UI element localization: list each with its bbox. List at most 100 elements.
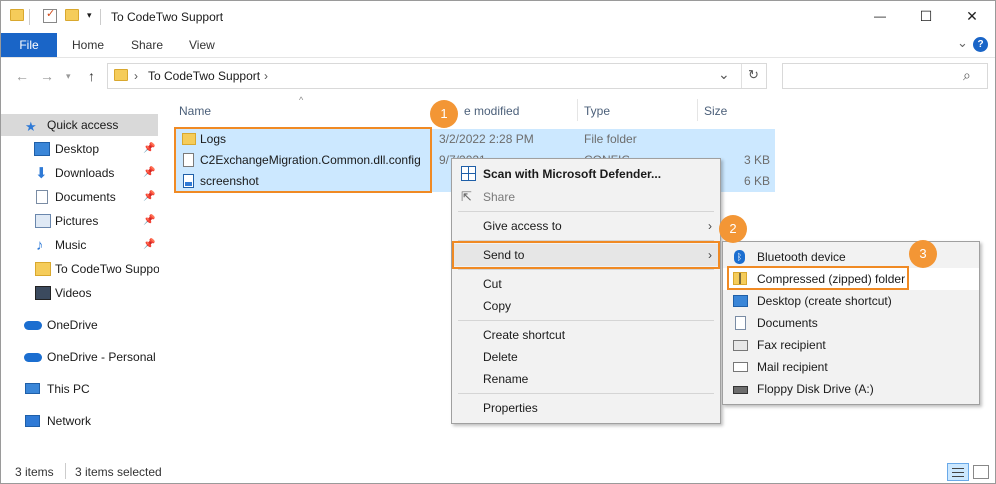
pin-icon[interactable]: 📌 [143, 138, 155, 160]
address-dropdown-icon[interactable]: ⌄ [718, 66, 730, 83]
ribbon: File Home Share View ⌄ ? [1, 33, 995, 57]
divider [29, 9, 30, 25]
sidebar-item-quick-access[interactable]: ★ Quick access [1, 114, 158, 136]
sidebar-item-pictures[interactable]: Pictures 📌 [1, 210, 158, 232]
menu-item-fax-recipient[interactable]: Fax recipient [723, 334, 979, 356]
divider [697, 99, 698, 121]
file-type: File folder [584, 132, 637, 146]
search-input[interactable]: ⌕ [782, 63, 988, 89]
music-note-icon: ♪ [36, 237, 44, 254]
sidebar-item-to-codetwo-support[interactable]: To CodeTwo Suppor [1, 258, 159, 280]
fax-icon [733, 340, 748, 351]
desktop-icon [34, 142, 50, 156]
sidebar-item-label: OneDrive [47, 318, 98, 332]
folder-icon [114, 69, 128, 81]
pin-icon[interactable]: 📌 [143, 210, 155, 232]
menu-item-desktop-shortcut[interactable]: Desktop (create shortcut) [723, 290, 979, 312]
menu-item-label: Copy [483, 299, 512, 313]
large-icons-view-icon[interactable] [973, 465, 989, 479]
menu-item-label: Create shortcut [483, 328, 566, 342]
breadcrumb-chevron[interactable]: › [264, 69, 268, 83]
menu-item-scan-defender[interactable]: Scan with Microsoft Defender... [452, 163, 720, 185]
menu-separator [458, 269, 714, 270]
properties-check-icon[interactable]: ✓ [43, 8, 57, 23]
cloud-icon [24, 321, 42, 330]
expand-ribbon-icon[interactable]: ⌄ [957, 35, 968, 51]
sidebar-item-onedrive-personal[interactable]: OneDrive - Personal [1, 346, 158, 368]
column-header-name[interactable]: Name [179, 104, 211, 118]
menu-item-label: Bluetooth device [757, 250, 846, 264]
column-header-date-modified[interactable]: e modified [464, 104, 519, 118]
tab-home[interactable]: Home [72, 38, 104, 52]
refresh-icon[interactable]: ↻ [748, 67, 759, 83]
sidebar-item-label: Quick access [47, 118, 119, 132]
menu-item-mail-recipient[interactable]: Mail recipient [723, 356, 979, 378]
maximize-button[interactable]: ☐ [903, 1, 949, 33]
explorer-window: ✓ ▾ To CodeTwo Support — ☐ ✕ File Home S… [0, 0, 996, 484]
sidebar-item-label: Desktop [55, 142, 100, 156]
network-icon [25, 415, 40, 427]
column-header-size[interactable]: Size [704, 104, 727, 118]
sidebar-item-videos[interactable]: Videos [1, 282, 158, 304]
menu-item-delete[interactable]: Delete [452, 346, 720, 368]
menu-item-floppy-drive[interactable]: Floppy Disk Drive (A:) [723, 378, 979, 400]
menu-item-documents[interactable]: Documents [723, 312, 979, 334]
tab-share[interactable]: Share [131, 38, 163, 52]
floppy-drive-icon [733, 386, 748, 394]
film-icon [35, 286, 51, 300]
pictures-icon [35, 214, 51, 228]
defender-shield-icon [461, 166, 476, 181]
close-button[interactable]: ✕ [949, 1, 995, 33]
menu-item-label: Scan with Microsoft Defender... [483, 167, 662, 181]
step-badge-3: 3 [909, 240, 937, 268]
sidebar-item-documents[interactable]: Documents 📌 [1, 186, 158, 208]
recent-locations-icon[interactable]: ▾ [66, 71, 71, 82]
send-to-highlight-frame [452, 241, 720, 269]
menu-item-copy[interactable]: Copy [452, 295, 720, 317]
minimize-button[interactable]: — [857, 1, 903, 33]
tab-view[interactable]: View [189, 38, 215, 52]
menu-item-share[interactable]: ⇱ Share [452, 186, 720, 208]
back-arrow-icon[interactable]: ← [15, 68, 29, 84]
sidebar-item-onedrive[interactable]: OneDrive [1, 314, 158, 336]
sidebar-item-label: To CodeTwo Suppor [55, 262, 159, 276]
menu-item-label: Desktop (create shortcut) [757, 294, 892, 308]
breadcrumb-folder[interactable]: To CodeTwo Support [148, 69, 260, 83]
sidebar-item-label: Pictures [55, 214, 99, 228]
new-folder-icon[interactable] [65, 9, 79, 23]
help-icon[interactable]: ? [973, 37, 988, 52]
pin-icon[interactable]: 📌 [143, 186, 155, 208]
menu-item-bluetooth[interactable]: ᛒ Bluetooth device [723, 246, 979, 268]
forward-arrow-icon[interactable]: → [40, 68, 54, 84]
sidebar-item-network[interactable]: Network [1, 410, 158, 432]
column-header-type[interactable]: Type [584, 104, 610, 118]
menu-item-label: Give access to [483, 219, 562, 233]
sidebar-item-label: OneDrive - Personal [47, 350, 156, 364]
sidebar-item-label: Downloads [55, 166, 115, 180]
sidebar-item-downloads[interactable]: ⬇ Downloads 📌 [1, 162, 158, 184]
customize-quick-access-icon[interactable]: ▾ [87, 10, 92, 21]
sidebar-item-music[interactable]: ♪ Music 📌 [1, 234, 158, 256]
menu-item-give-access[interactable]: Give access to › [452, 215, 720, 237]
sidebar-item-desktop[interactable]: Desktop 📌 [1, 138, 158, 160]
sidebar-item-this-pc[interactable]: This PC [1, 378, 158, 400]
step-badge-2: 2 [719, 215, 747, 243]
pin-icon[interactable]: 📌 [143, 234, 155, 256]
file-size: 3 KB [743, 153, 770, 167]
menu-item-properties[interactable]: Properties [452, 397, 720, 419]
divider [100, 9, 101, 25]
tab-file[interactable]: File [1, 33, 57, 57]
breadcrumb-separator[interactable]: › [134, 69, 138, 83]
menu-separator [458, 211, 714, 212]
menu-item-create-shortcut[interactable]: Create shortcut [452, 324, 720, 346]
pin-icon[interactable]: 📌 [143, 162, 155, 184]
address-bar[interactable]: › To CodeTwo Support › ⌄ ↻ [107, 63, 767, 89]
divider [1, 57, 995, 58]
sidebar-item-label: Documents [55, 190, 116, 204]
details-view-icon[interactable] [947, 463, 969, 481]
menu-item-rename[interactable]: Rename [452, 368, 720, 390]
menu-item-label: Mail recipient [757, 360, 828, 374]
up-arrow-icon[interactable]: ↑ [88, 68, 95, 84]
menu-item-cut[interactable]: Cut [452, 273, 720, 295]
divider [741, 64, 742, 88]
